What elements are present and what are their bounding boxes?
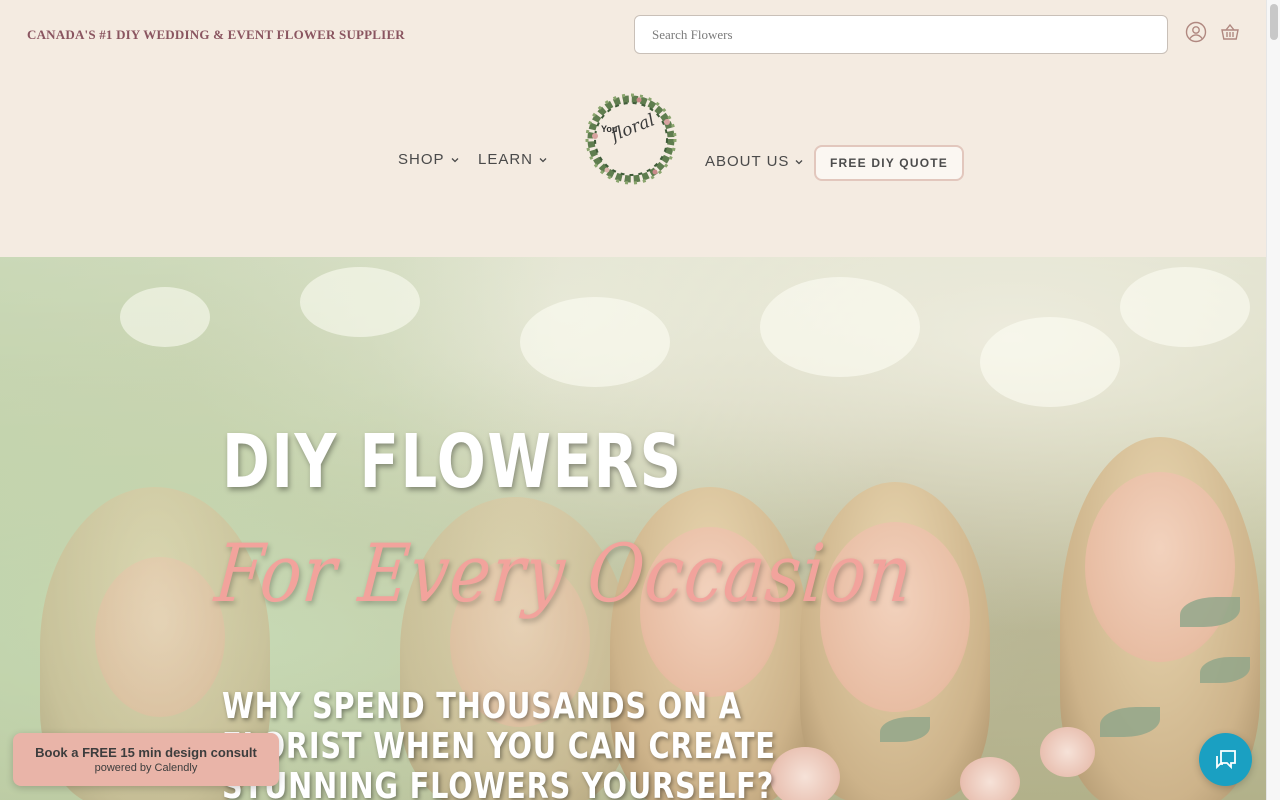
hero-photo-bokeh [980, 317, 1120, 407]
hero-photo-face [95, 557, 225, 717]
chat-bubble-icon [1215, 749, 1236, 769]
calendly-title: Book a FREE 15 min design consult [35, 745, 257, 760]
nav-about-us[interactable]: ABOUT US [705, 153, 803, 170]
nav-learn[interactable]: LEARN [478, 151, 547, 168]
nav-learn-label: LEARN [478, 151, 534, 168]
header-tagline: CANADA'S #1 DIY WEDDING & EVENT FLOWER S… [27, 27, 405, 42]
hero-photo-bokeh [520, 297, 670, 387]
hero-banner: DIY FLOWERS For Every Occasion WHY SPEND… [0, 257, 1266, 800]
basket-icon[interactable] [1218, 20, 1242, 44]
hero-photo-bokeh [1120, 267, 1250, 347]
hero-photo-flower [960, 757, 1020, 800]
calendly-consult-button[interactable]: Book a FREE 15 min design consult powere… [13, 733, 279, 786]
nav-about-label: ABOUT US [705, 153, 790, 170]
free-diy-quote-button[interactable]: FREE DIY QUOTE [814, 145, 964, 181]
hero-photo-flower [1040, 727, 1095, 777]
site-header: CANADA'S #1 DIY WEDDING & EVENT FLOWER S… [0, 0, 1266, 257]
page-scrollbar[interactable] [1266, 0, 1280, 800]
search-input[interactable] [634, 15, 1168, 54]
page: CANADA'S #1 DIY WEDDING & EVENT FLOWER S… [0, 0, 1266, 800]
hero-photo-bokeh [120, 287, 210, 347]
hero-title: DIY FLOWERS [222, 419, 683, 505]
youfloral-logo[interactable]: You floral [579, 88, 687, 190]
chevron-down-icon [539, 157, 547, 162]
scrollbar-thumb[interactable] [1270, 4, 1278, 40]
hero-script-title: For Every Occasion [211, 527, 917, 620]
wreath-icon [585, 93, 677, 185]
chevron-down-icon [795, 159, 803, 164]
calendly-powered-by: powered by Calendly [94, 762, 198, 774]
chevron-down-icon [451, 157, 458, 162]
hero-photo-bokeh [300, 267, 420, 337]
chat-button[interactable] [1199, 733, 1252, 786]
hero-photo-face [1085, 472, 1235, 662]
nav-shop-label: SHOP [398, 151, 445, 168]
hero-subtitle: WHY SPEND THOUSANDS ON A FLORIST WHEN YO… [222, 686, 776, 800]
hero-photo-bokeh [760, 277, 920, 377]
account-icon[interactable] [1184, 20, 1208, 44]
nav-shop[interactable]: SHOP [398, 151, 459, 168]
